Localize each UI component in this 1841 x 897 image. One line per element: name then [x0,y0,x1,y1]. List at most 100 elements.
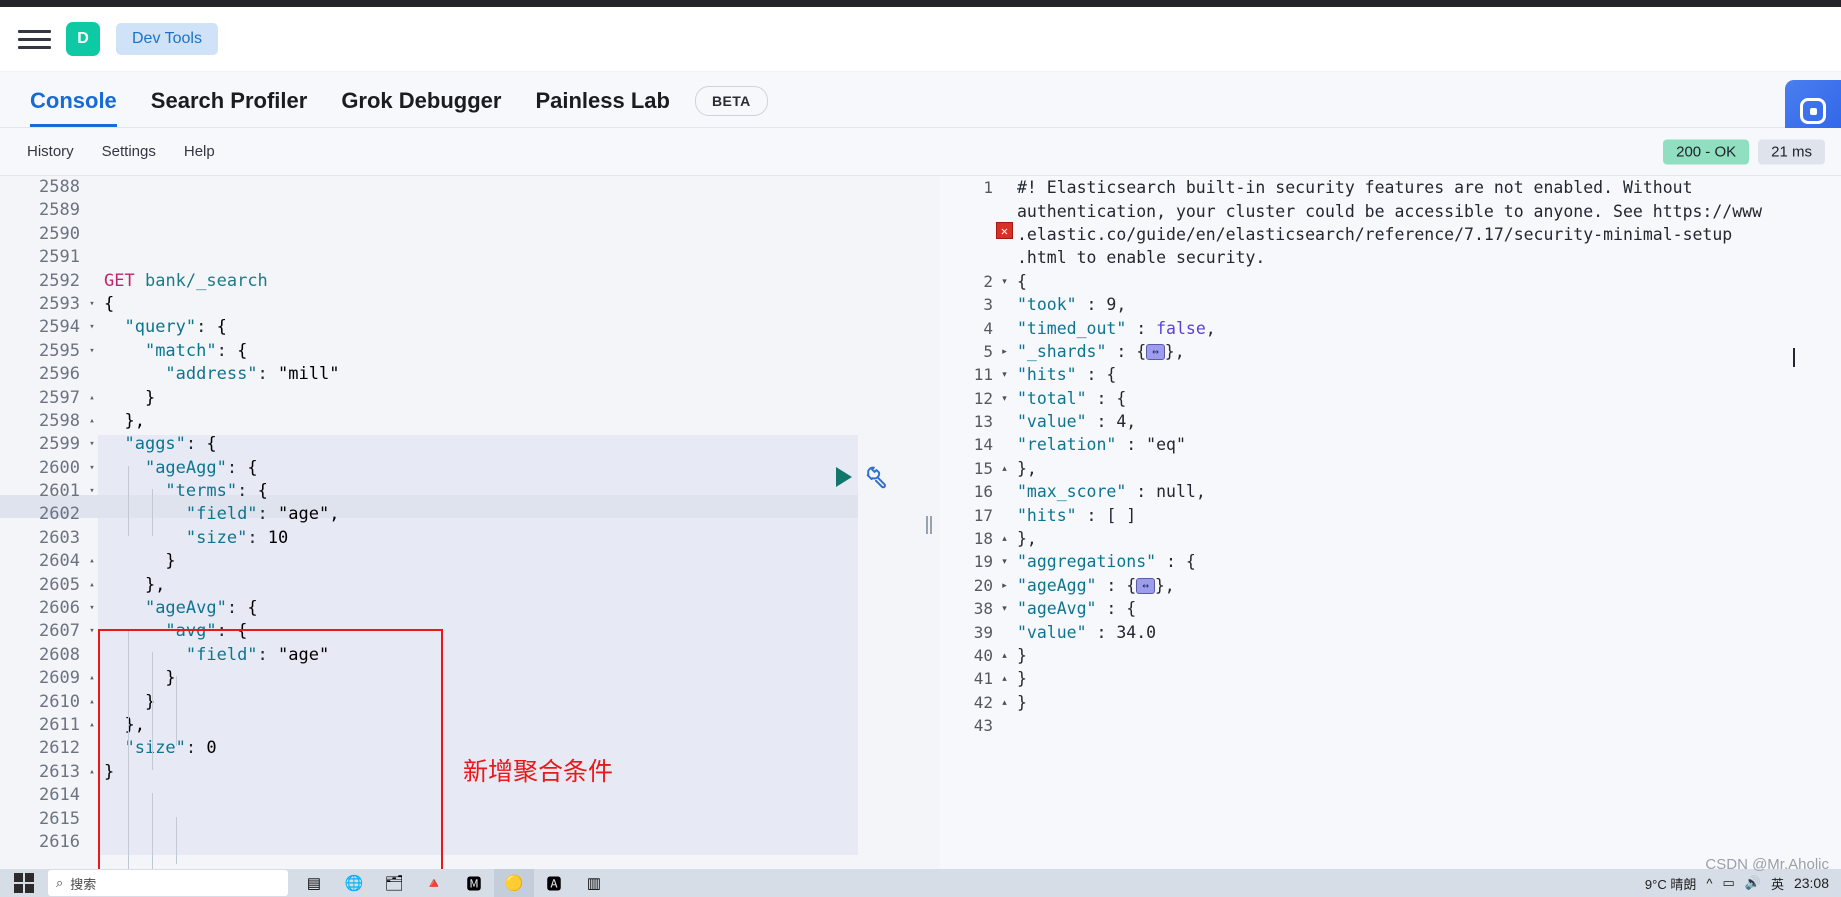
editor-line[interactable]: 2600 ▾ "ageAgg": { [0,457,918,480]
output-line[interactable]: 40 ▴ } [940,644,1841,667]
editor-line[interactable]: 2614 [0,784,918,807]
editor-line[interactable]: 2601 ▾ "terms": { [0,480,918,503]
output-line[interactable]: 16 "max_score" : null, [940,480,1841,503]
editor-line-list[interactable]: 2588 2589 2590 2591 2592 GET bank/_search 2593… [0,176,918,854]
pane-resizer[interactable] [918,176,940,873]
editor-line[interactable]: 2607 ▾ "avg": { [0,620,918,643]
taskbar-icon-explorer[interactable]: 🗂 [374,869,414,897]
taskbar-clock[interactable]: 23:08 [1794,875,1829,891]
fold-toggle-icon[interactable]: ▴ [86,761,98,784]
input-method-indicator[interactable]: 英 [1771,874,1784,893]
editor-line[interactable]: 2603 "size": 10 [0,527,918,550]
taskbar-icon-app-a[interactable]: 🔺 [414,869,454,897]
console-menu-history[interactable]: History [13,143,88,160]
taskbar-icon-browser[interactable]: 🌐 [334,869,374,897]
output-line[interactable]: 41 ▴ } [940,667,1841,690]
editor-line[interactable]: 2598 ▴ }, [0,410,918,433]
fold-toggle-icon[interactable]: ▾ [998,369,1011,380]
fold-toggle-icon[interactable]: ▾ [86,480,98,503]
fold-toggle-icon[interactable]: ▾ [86,433,98,456]
space-avatar[interactable]: D [66,22,100,56]
editor-line[interactable]: 2616 [0,831,918,854]
tray-chevron-icon[interactable]: ^ [1706,876,1712,891]
fold-toggle-icon[interactable]: ▾ [998,603,1011,614]
fold-toggle-icon[interactable]: ▴ [86,550,98,573]
output-line[interactable]: 2 ▾ { [940,270,1841,293]
editor-line[interactable]: 2605 ▴ }, [0,574,918,597]
taskbar-icon-taskview[interactable]: ▤ [294,869,334,897]
response-output[interactable]: ✕ 1 #! Elasticsearch built-in security fe… [940,176,1841,873]
fold-toggle-icon[interactable]: ▴ [998,533,1011,544]
editor-line[interactable]: 2611 ▴ }, [0,714,918,737]
fold-toggle-icon[interactable]: ▾ [86,620,98,643]
output-line[interactable]: 12 ▾ "total" : { [940,387,1841,410]
output-line-list[interactable]: 1 #! Elasticsearch built-in security feat… [940,176,1841,737]
fold-toggle-icon[interactable]: ▾ [998,393,1011,404]
editor-line[interactable]: 2591 [0,246,918,269]
editor-line[interactable]: 2590 [0,223,918,246]
editor-line[interactable]: 2592 GET bank/_search [0,270,918,293]
console-menu-help[interactable]: Help [170,143,229,160]
fold-toggle-icon[interactable]: ▴ [86,667,98,690]
output-line[interactable]: 20 ▸ "ageAgg" : {↔}, [940,574,1841,597]
editor-line[interactable]: 2610 ▴ } [0,691,918,714]
fold-toggle-icon[interactable]: ▴ [998,673,1011,684]
taskbar-search-input[interactable]: ⌕ 搜索 [48,870,288,896]
taskbar-icon-app-d[interactable]: 🅰 [534,869,574,897]
fold-toggle-icon[interactable]: ▾ [998,556,1011,567]
tab-grok-debugger[interactable]: Grok Debugger [324,88,518,127]
editor-line[interactable]: 2595 ▾ "match": { [0,340,918,363]
editor-line[interactable]: 2609 ▴ } [0,667,918,690]
editor-line[interactable]: 2615 [0,808,918,831]
tab-console[interactable]: Console [13,88,134,127]
fold-toggle-icon[interactable]: ▴ [998,697,1011,708]
fold-toggle-icon[interactable]: ▴ [86,691,98,714]
output-line[interactable]: 15 ▴ }, [940,457,1841,480]
fold-toggle-icon[interactable]: ▴ [86,387,98,410]
fold-toggle-icon[interactable]: ▴ [86,574,98,597]
tray-volume-icon[interactable]: 🔊 [1745,875,1761,891]
editor-line[interactable]: 2602 "field": "age", [0,503,918,526]
output-line[interactable]: 18 ▴ }, [940,527,1841,550]
taskbar-icon-terminal[interactable]: ▥ [574,869,614,897]
editor-line[interactable]: 2588 [0,176,918,199]
hamburger-icon[interactable] [18,24,52,54]
taskbar-icon-app-c[interactable]: 🟡 [494,869,534,897]
tab-search-profiler[interactable]: Search Profiler [134,88,325,127]
editor-line[interactable]: 2608 "field": "age" [0,644,918,667]
output-line[interactable]: 11 ▾ "hits" : { [940,363,1841,386]
fold-toggle-icon[interactable]: ▾ [998,276,1011,287]
editor-line[interactable]: 2596 "address": "mill" [0,363,918,386]
fold-toggle-icon[interactable]: ▴ [998,650,1011,661]
fold-toggle-icon[interactable]: ▴ [86,714,98,737]
fold-toggle-icon[interactable]: ▾ [86,340,98,363]
error-marker-icon[interactable]: ✕ [996,222,1013,239]
editor-line[interactable]: 2589 [0,199,918,222]
editor-line[interactable]: 2606 ▾ "ageAvg": { [0,597,918,620]
weather-status[interactable]: 9°C 晴朗 [1645,874,1696,893]
output-line[interactable]: 14 "relation" : "eq" [940,433,1841,456]
breadcrumb-dev-tools[interactable]: Dev Tools [116,23,218,55]
fold-toggle-icon[interactable]: ▴ [86,410,98,433]
wrench-icon[interactable] [864,464,890,490]
output-line[interactable]: 39 "value" : 34.0 [940,620,1841,643]
fold-toggle-icon[interactable]: ▸ [998,346,1011,357]
play-icon[interactable] [836,467,852,487]
tab-painless-lab[interactable]: Painless Lab [518,88,687,127]
start-button[interactable] [0,869,48,897]
output-line[interactable]: 38 ▾ "ageAvg" : { [940,597,1841,620]
console-menu-settings[interactable]: Settings [88,143,170,160]
fold-toggle-icon[interactable]: ▾ [86,597,98,620]
request-editor[interactable]: 2588 2589 2590 2591 2592 GET bank/_search 2593… [0,176,918,873]
output-line[interactable]: 43 [940,714,1841,737]
fold-toggle-icon[interactable]: ▸ [998,580,1011,591]
fold-toggle-icon[interactable]: ▾ [86,293,98,316]
taskbar-icon-app-b[interactable]: 🅼 [454,869,494,897]
output-line[interactable]: 19 ▾ "aggregations" : { [940,550,1841,573]
fold-toggle-icon[interactable]: ▾ [86,316,98,339]
output-line[interactable]: 42 ▴} [940,691,1841,714]
output-line[interactable]: 17 "hits" : [ ] [940,503,1841,526]
fold-toggle-icon[interactable]: ▾ [86,457,98,480]
output-line[interactable]: 4 "timed_out" : false, [940,316,1841,339]
tray-network-icon[interactable]: ▭ [1722,875,1734,891]
